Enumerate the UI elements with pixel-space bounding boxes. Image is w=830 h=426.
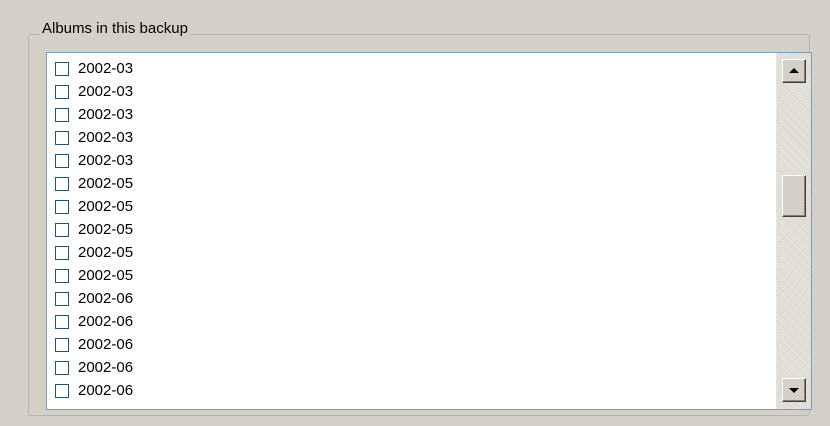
- down-arrow-icon: [789, 388, 799, 393]
- album-date: 2002-06: [78, 358, 134, 376]
- album-list-item[interactable]: 2002-05: [55, 195, 771, 218]
- album-list-item[interactable]: 2002-05: [55, 241, 771, 264]
- album-checkbox[interactable]: [55, 291, 69, 306]
- album-date: 2002-03: [78, 151, 134, 169]
- album-date: 2002-05: [78, 243, 134, 261]
- album-checkbox[interactable]: [55, 314, 69, 329]
- album-date: 2002-06: [78, 289, 134, 307]
- album-list-item[interactable]: 2002-06: [55, 310, 771, 333]
- album-checkbox[interactable]: [55, 337, 69, 352]
- album-list-item[interactable]: 2002-05: [55, 218, 771, 241]
- album-date: 2002-05: [78, 174, 134, 192]
- scroll-up-button[interactable]: [782, 59, 806, 83]
- album-list-item[interactable]: 2002-03: [55, 149, 771, 172]
- album-checkbox[interactable]: [55, 153, 69, 168]
- album-date: 2002-03: [78, 59, 134, 77]
- album-date: 2002-06: [78, 335, 134, 353]
- album-checkbox[interactable]: [55, 383, 69, 398]
- backup-albums-window: Albums in this backup 2002-03 2002-03 20…: [0, 0, 830, 426]
- album-date: 2002-05: [78, 266, 134, 284]
- album-checkbox[interactable]: [55, 61, 69, 76]
- album-date: 2002-05: [78, 197, 134, 215]
- album-list-item[interactable]: 2002-03: [55, 80, 771, 103]
- album-date: 2002-03: [78, 82, 134, 100]
- album-checkbox[interactable]: [55, 176, 69, 191]
- album-date: 2002-06: [78, 312, 134, 330]
- scroll-down-button[interactable]: [782, 378, 806, 402]
- album-checkbox[interactable]: [55, 268, 69, 283]
- album-checkbox[interactable]: [55, 84, 69, 99]
- album-checkbox[interactable]: [55, 107, 69, 122]
- albums-groupbox-title: Albums in this backup: [40, 20, 190, 38]
- vertical-scrollbar[interactable]: [776, 53, 811, 409]
- album-list: 2002-03 2002-03 2002-03 2002-03 2002-03 …: [55, 57, 771, 402]
- album-date: 2002-05: [78, 220, 134, 238]
- album-date: 2002-06: [78, 381, 134, 399]
- albums-listbox[interactable]: 2002-03 2002-03 2002-03 2002-03 2002-03 …: [46, 52, 812, 410]
- album-list-item[interactable]: 2002-06: [55, 379, 771, 402]
- album-list-item[interactable]: 2002-05: [55, 264, 771, 287]
- album-date: 2002-03: [78, 105, 134, 123]
- scrollbar-thumb[interactable]: [782, 175, 806, 217]
- album-list-item[interactable]: 2002-03: [55, 126, 771, 149]
- album-checkbox[interactable]: [55, 222, 69, 237]
- album-list-item[interactable]: 2002-03: [55, 57, 771, 80]
- up-arrow-icon: [789, 68, 799, 73]
- album-list-item[interactable]: 2002-06: [55, 287, 771, 310]
- album-list-item[interactable]: 2002-03: [55, 103, 771, 126]
- album-checkbox[interactable]: [55, 245, 69, 260]
- album-list-item[interactable]: 2002-06: [55, 356, 771, 379]
- album-checkbox[interactable]: [55, 199, 69, 214]
- album-date: 2002-03: [78, 128, 134, 146]
- album-checkbox[interactable]: [55, 130, 69, 145]
- album-checkbox[interactable]: [55, 360, 69, 375]
- album-list-item[interactable]: 2002-06: [55, 333, 771, 356]
- album-list-item[interactable]: 2002-05: [55, 172, 771, 195]
